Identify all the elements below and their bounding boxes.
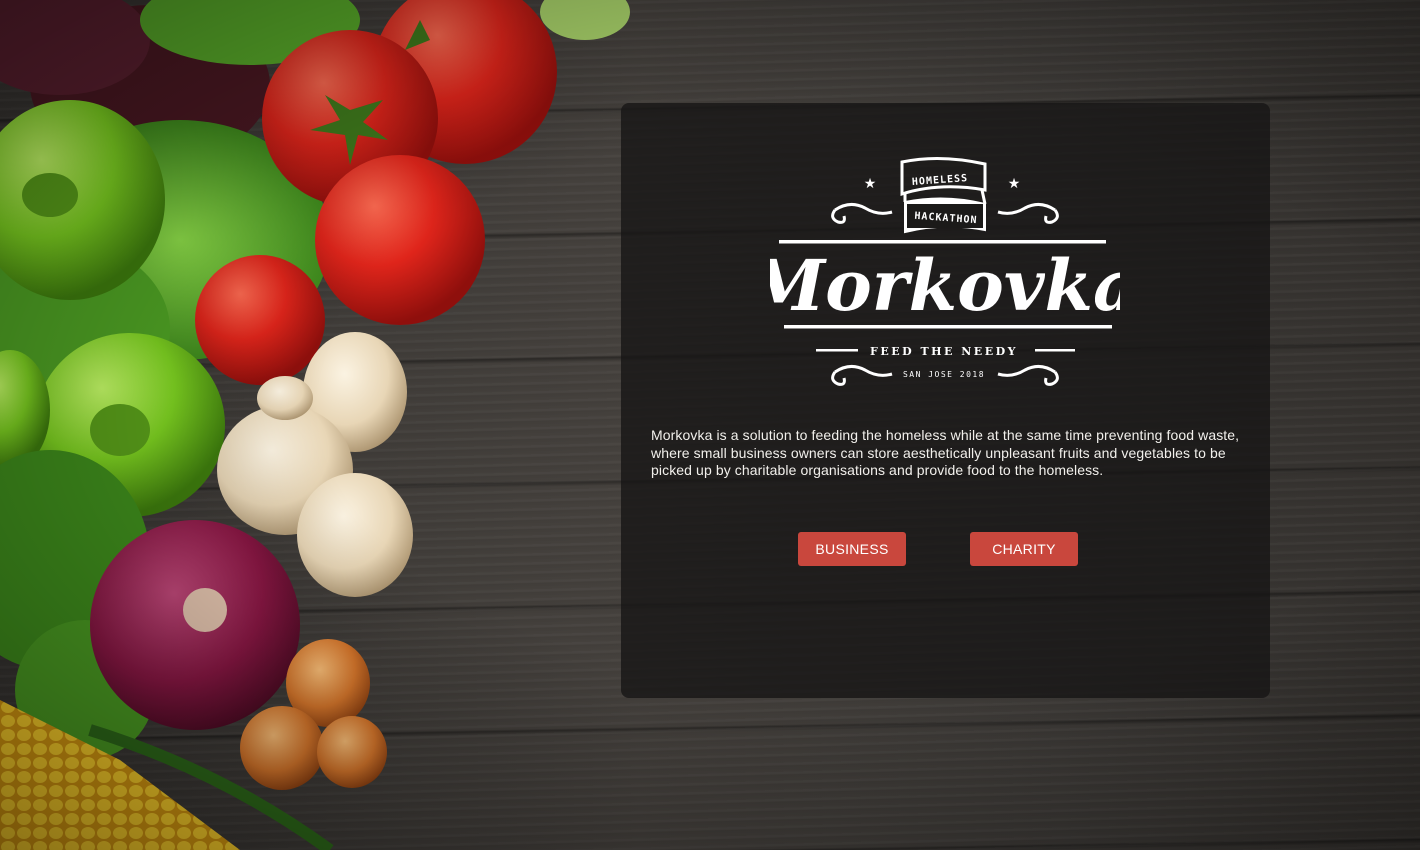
svg-text:★: ★ <box>1008 176 1021 192</box>
project-description: Morkovka is a solution to feeding the ho… <box>651 427 1240 478</box>
logo-place: SAN JOSE 2018 <box>903 370 985 379</box>
logo-tagline: FEED THE NEEDY <box>870 345 1018 358</box>
svg-text:★: ★ <box>864 176 877 192</box>
morkovka-logo: ★ ★ HOMELESS HACKATHON Morkovka FEED THE… <box>770 156 1120 386</box>
business-button[interactable]: BUSINESS <box>798 532 906 566</box>
logo-title: Morkovka <box>770 244 1120 327</box>
charity-button[interactable]: CHARITY <box>970 532 1078 566</box>
vegetables-image <box>0 0 630 850</box>
